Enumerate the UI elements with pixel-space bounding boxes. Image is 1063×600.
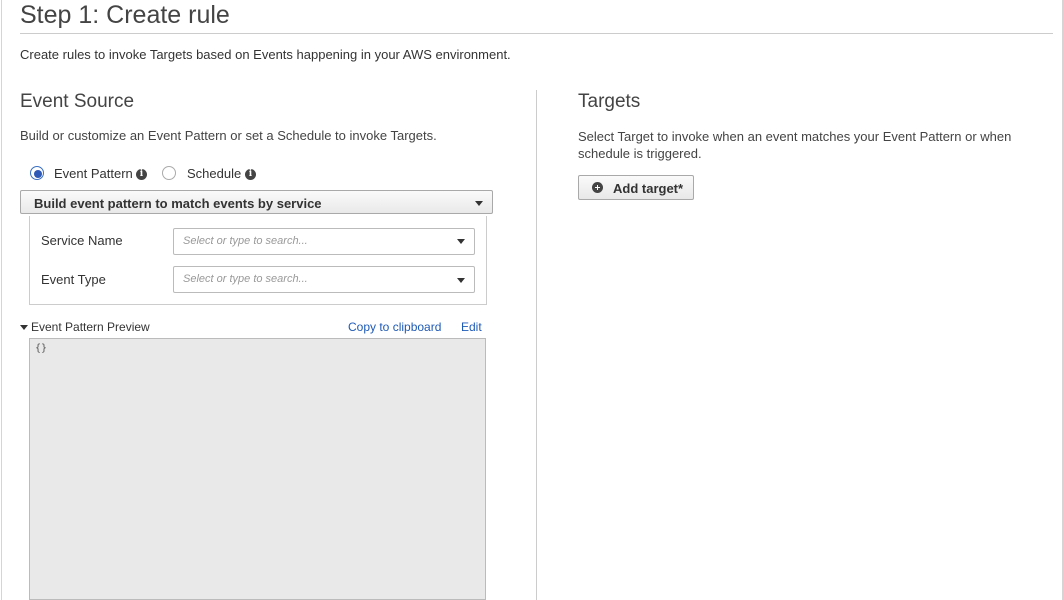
event-source-title: Event Source [20, 91, 135, 112]
service-name-select[interactable]: Select or type to search... [173, 228, 475, 255]
left-border [1, 0, 2, 600]
chevron-down-icon [475, 201, 483, 206]
event-pattern-code: {} [35, 343, 48, 354]
caret-down-icon [20, 325, 28, 330]
event-pattern-preview-label: Event Pattern Preview [31, 320, 150, 334]
event-pattern-info-icon[interactable]: i [136, 169, 147, 180]
copy-to-clipboard-link[interactable]: Copy to clipboard [348, 320, 441, 334]
add-target-button[interactable]: Add target* [578, 175, 694, 200]
column-divider [536, 90, 537, 600]
schedule-radio[interactable] [162, 166, 176, 180]
targets-description: Select Target to invoke when an event ma… [578, 129, 1012, 161]
plus-circle-icon [592, 182, 603, 193]
event-type-label: Event Type [41, 272, 106, 287]
event-pattern-radio[interactable] [30, 166, 44, 180]
event-type-placeholder: Select or type to search... [183, 273, 308, 285]
targets-title: Targets [578, 91, 641, 112]
event-pattern-preview-area[interactable]: {} [29, 338, 486, 600]
title-divider [20, 33, 1053, 34]
page-description: Create rules to invoke Targets based on … [20, 47, 511, 62]
schedule-radio-label[interactable]: Schedule [187, 166, 241, 181]
service-name-placeholder: Select or type to search... [183, 235, 308, 247]
chevron-down-icon [457, 239, 465, 244]
pattern-mode-dropdown[interactable]: Build event pattern to match events by s… [20, 190, 493, 214]
add-target-label: Add target* [613, 181, 684, 196]
event-type-select[interactable]: Select or type to search... [173, 266, 475, 293]
page-title: Step 1: Create rule [20, 1, 230, 29]
event-source-description: Build or customize an Event Pattern or s… [20, 128, 437, 143]
chevron-down-icon [457, 278, 465, 283]
service-name-label: Service Name [41, 233, 123, 248]
event-pattern-radio-label[interactable]: Event Pattern [54, 166, 133, 181]
edit-pattern-link[interactable]: Edit [461, 320, 482, 334]
schedule-info-icon[interactable]: i [245, 169, 256, 180]
pattern-mode-label: Build event pattern to match events by s… [34, 196, 322, 211]
